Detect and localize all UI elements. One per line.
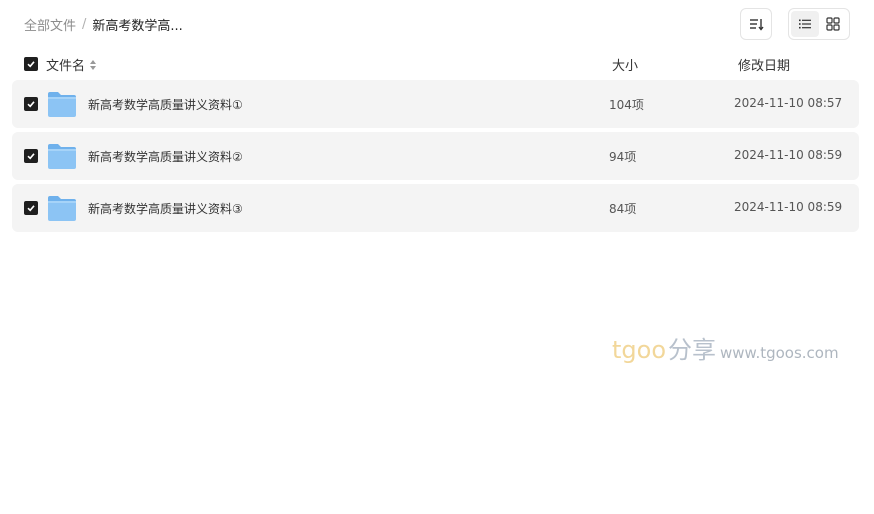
file-row[interactable]: 新高考数学高质量讲义资料③ 84项 2024-11-10 08:59 <box>12 184 859 232</box>
watermark-brand: tgoo <box>612 336 667 364</box>
sort-arrows-icon <box>90 59 97 70</box>
file-date: 2024-11-10 08:59 <box>734 200 843 214</box>
grid-view-icon <box>826 17 840 31</box>
sort-button[interactable] <box>740 8 772 40</box>
file-date: 2024-11-10 08:57 <box>734 96 843 110</box>
table-header: 文件名 大小 修改日期 <box>12 52 859 76</box>
watermark-url: www.tgoos.com <box>720 344 839 362</box>
top-bar: 全部文件 / 新高考数学高... <box>0 0 874 48</box>
select-all-checkbox[interactable] <box>24 57 38 71</box>
grid-view-button[interactable] <box>819 11 847 37</box>
check-icon <box>27 205 35 212</box>
name-column-header[interactable]: 文件名 <box>46 55 97 74</box>
sort-icon <box>750 19 764 31</box>
list-view-button[interactable] <box>791 11 819 37</box>
file-name[interactable]: 新高考数学高质量讲义资料② <box>88 148 243 165</box>
check-icon <box>27 153 35 160</box>
file-name[interactable]: 新高考数学高质量讲义资料③ <box>88 200 243 217</box>
file-date: 2024-11-10 08:59 <box>734 148 843 162</box>
watermark: tgoo 分享 www.tgoos.com <box>612 330 839 365</box>
breadcrumb-root-link[interactable]: 全部文件 <box>24 15 76 34</box>
breadcrumb-current: 新高考数学高... <box>92 19 183 34</box>
folder-icon <box>48 92 76 117</box>
name-header-label: 文件名 <box>46 59 86 74</box>
breadcrumb: 全部文件 / 新高考数学高... <box>24 15 183 34</box>
file-size: 84项 <box>609 202 637 216</box>
check-icon <box>27 101 35 108</box>
file-list: 新高考数学高质量讲义资料① 104项 2024-11-10 08:57 新高考数… <box>12 80 859 236</box>
date-column-header[interactable]: 修改日期 <box>738 55 790 74</box>
file-row[interactable]: 新高考数学高质量讲义资料② 94项 2024-11-10 08:59 <box>12 132 859 180</box>
folder-icon <box>48 144 76 169</box>
row-checkbox[interactable] <box>24 201 38 215</box>
view-toggle <box>788 8 850 40</box>
check-icon <box>27 61 35 68</box>
file-size: 94项 <box>609 150 637 164</box>
row-checkbox[interactable] <box>24 97 38 111</box>
list-view-icon <box>799 19 811 29</box>
file-size: 104项 <box>609 98 644 112</box>
folder-icon <box>48 196 76 221</box>
file-name[interactable]: 新高考数学高质量讲义资料① <box>88 96 243 113</box>
breadcrumb-separator: / <box>82 17 87 32</box>
size-column-header[interactable]: 大小 <box>612 55 638 74</box>
watermark-share: 分享 <box>668 336 717 364</box>
file-row[interactable]: 新高考数学高质量讲义资料① 104项 2024-11-10 08:57 <box>12 80 859 128</box>
row-checkbox[interactable] <box>24 149 38 163</box>
